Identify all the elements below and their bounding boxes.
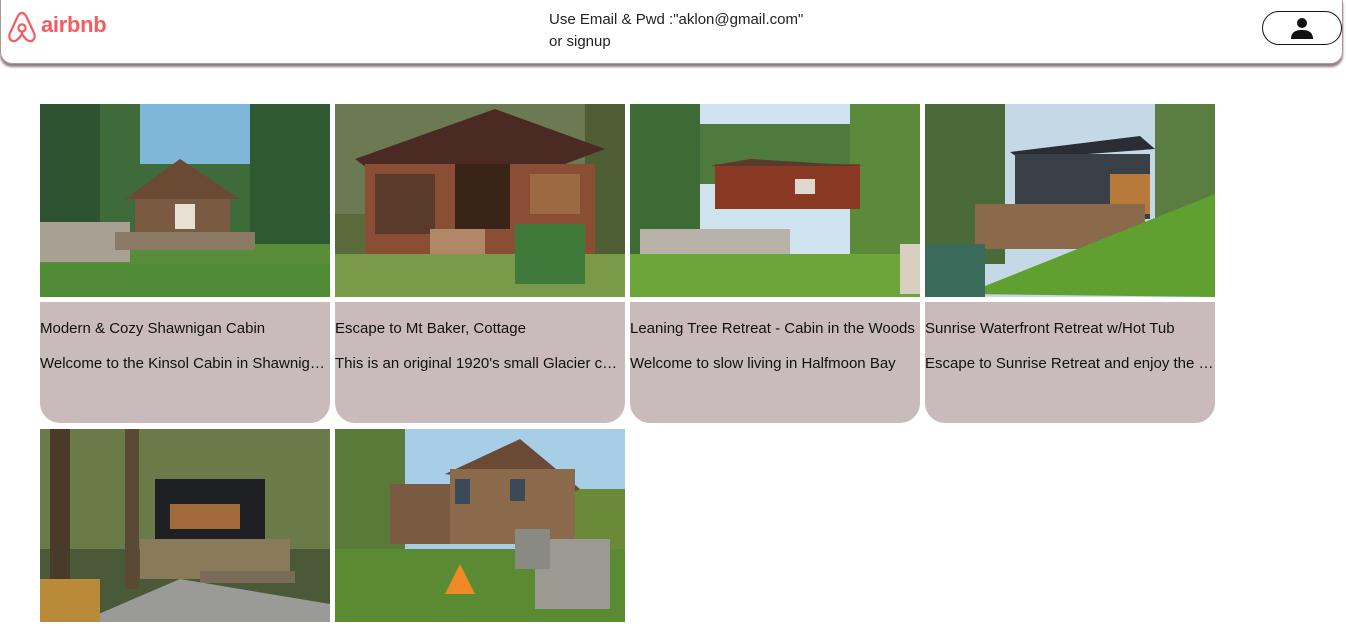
listing-image[interactable] xyxy=(925,104,1215,297)
listing-image[interactable] xyxy=(630,104,920,297)
listing-info: Leaning Tree Retreat - Cabin in the Wood… xyxy=(630,302,920,423)
listing-description: Welcome to slow living in Halfmoon Bay xyxy=(630,355,896,372)
user-icon xyxy=(1291,18,1313,39)
listing-title: Escape to Mt Baker, Cottage xyxy=(335,320,526,337)
listing-image[interactable] xyxy=(40,104,330,297)
top-navbar: airbnb Use Email & Pwd :"aklon@gmail.com… xyxy=(0,0,1343,64)
listing-image[interactable] xyxy=(40,429,330,622)
user-menu-button[interactable] xyxy=(1262,11,1342,45)
listing-card[interactable] xyxy=(335,429,625,622)
signup-link[interactable]: or signup xyxy=(549,31,803,53)
listing-title: Leaning Tree Retreat - Cabin in the Wood… xyxy=(630,320,915,337)
listing-image[interactable] xyxy=(335,429,625,622)
listing-info: Escape to Mt Baker, Cottage This is an o… xyxy=(335,302,625,423)
airbnb-logo-icon xyxy=(8,11,36,43)
listing-title: Modern & Cozy Shawnigan Cabin xyxy=(40,320,266,337)
listing-image[interactable] xyxy=(335,104,625,297)
listing-title: Sunrise Waterfront Retreat w/Hot Tub xyxy=(925,320,1175,337)
listing-card[interactable]: Escape to Mt Baker, Cottage This is an o… xyxy=(335,104,625,423)
logo-text: airbnb xyxy=(41,12,107,37)
listing-card[interactable]: Leaning Tree Retreat - Cabin in the Wood… xyxy=(630,104,920,423)
listing-description: This is an original 1920's small Glacier… xyxy=(335,355,625,372)
listing-card[interactable] xyxy=(40,429,330,622)
listing-info: Sunrise Waterfront Retreat w/Hot Tub Esc… xyxy=(925,302,1215,423)
listing-card[interactable]: Sunrise Waterfront Retreat w/Hot Tub Esc… xyxy=(925,104,1215,423)
listing-description: Escape to Sunrise Retreat and enjoy the … xyxy=(925,355,1215,372)
listing-info: Modern & Cozy Shawnigan Cabin Welcome to… xyxy=(40,302,330,423)
airbnb-logo[interactable]: airbnb xyxy=(7,10,107,44)
login-hint: Use Email & Pwd :"aklon@gmail.com" or si… xyxy=(549,9,803,53)
login-hint-credentials: Use Email & Pwd :"aklon@gmail.com" xyxy=(549,11,804,28)
listing-card[interactable]: Modern & Cozy Shawnigan Cabin Welcome to… xyxy=(40,104,330,423)
listing-description: Welcome to the Kinsol Cabin in Shawnigan… xyxy=(40,355,330,372)
